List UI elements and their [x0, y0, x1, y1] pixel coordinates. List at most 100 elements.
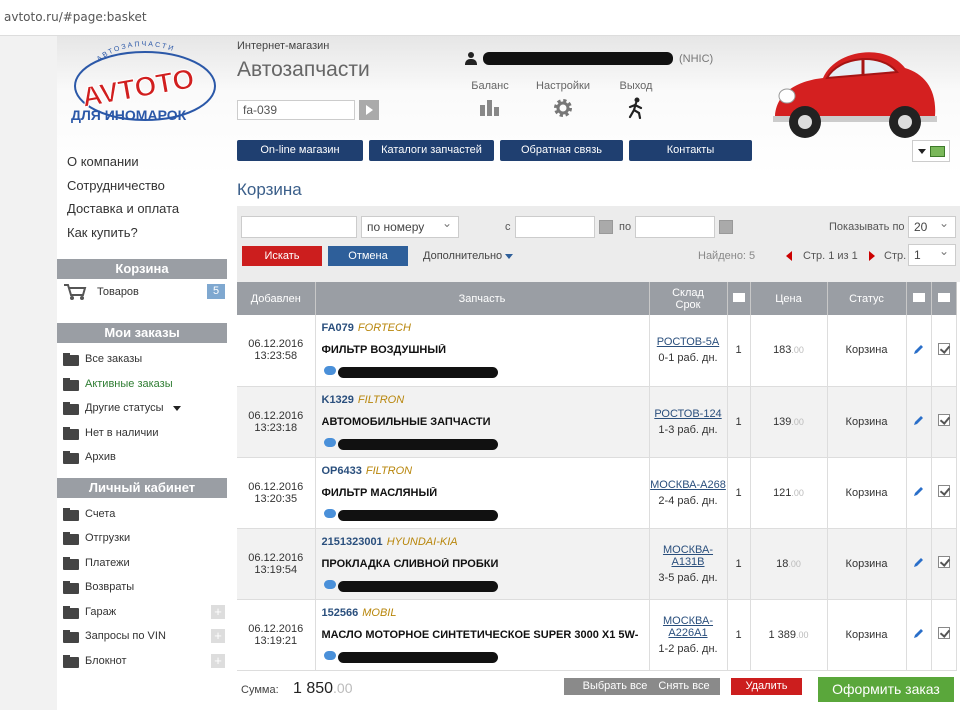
part-number-input[interactable] [241, 216, 357, 238]
pencil-icon[interactable] [913, 343, 925, 355]
checkout-button[interactable]: Оформить заказ [818, 677, 954, 702]
pencil-icon[interactable] [913, 627, 925, 639]
stock-cell: МОСКВА-А268 2-4 раб. дн. [649, 457, 728, 529]
part-comment[interactable] [322, 508, 649, 521]
balance-link[interactable]: Баланс [467, 80, 513, 119]
part-code[interactable]: OP6433 [322, 465, 362, 477]
page-value: 1 [914, 248, 921, 262]
calendar-icon[interactable] [719, 220, 733, 234]
part-comment[interactable] [322, 437, 649, 450]
deselect-all-button[interactable]: Снять все [648, 678, 720, 695]
expand-plus-icon[interactable]: + [211, 653, 225, 668]
row-checkbox[interactable] [937, 485, 950, 497]
sidebar-link-how-to-buy[interactable]: Как купить? [67, 221, 227, 245]
sidebar-item-out-of-stock[interactable]: Нет в наличии [57, 421, 227, 446]
sidebar-item-label: Нет в наличии [85, 426, 159, 439]
sidebar-item-vin-requests[interactable]: Запросы по VIN + [57, 624, 227, 649]
expand-plus-icon[interactable]: + [211, 629, 225, 643]
prev-page-icon[interactable] [786, 251, 792, 261]
part-comment[interactable] [322, 579, 649, 592]
row-checkbox[interactable] [937, 414, 950, 426]
column-header-status[interactable]: Статус [827, 282, 907, 315]
settings-link[interactable]: Настройки [533, 80, 593, 119]
next-page-icon[interactable] [869, 251, 875, 261]
stock-link[interactable]: РОСТОВ-124 [654, 408, 721, 420]
part-code[interactable]: K1329 [322, 394, 354, 406]
column-header-stock[interactable]: Склад Срок [649, 282, 728, 315]
stock-link[interactable]: МОСКВА- А226А1 [663, 615, 713, 639]
sidebar-link-about[interactable]: О компании [67, 150, 227, 174]
nav-catalogs[interactable]: Каталоги запчастей [369, 140, 494, 161]
redacted-comment [337, 509, 498, 521]
date-from-input[interactable] [515, 216, 595, 238]
stock-name-cont: А131В [671, 555, 705, 568]
show-per-page-label: Показывать по [829, 221, 905, 233]
date-to-input[interactable] [635, 216, 715, 238]
pencil-icon[interactable] [913, 485, 925, 497]
calendar-icon[interactable] [599, 220, 613, 234]
sidebar-item-shipments[interactable]: Отгрузки [57, 526, 227, 551]
row-checkbox[interactable] [937, 556, 950, 568]
sidebar-item-invoices[interactable]: Счета [57, 502, 227, 527]
cancel-button[interactable]: Отмена [328, 246, 408, 266]
folder-icon [63, 507, 79, 521]
part-code[interactable]: FA079 [322, 322, 354, 334]
added-time: 13:23:58 [254, 350, 298, 363]
part-code[interactable]: 152566 [322, 607, 359, 619]
delivery-term: 2-4 раб. дн. [658, 494, 718, 507]
nav-contacts[interactable]: Контакты [629, 140, 752, 161]
advanced-toggle[interactable]: Дополнительно [423, 250, 514, 262]
sidebar-item-other-statuses[interactable]: Другие статусы [57, 396, 227, 421]
search-button[interactable]: Искать [242, 246, 322, 266]
part-comment[interactable] [322, 650, 649, 663]
pencil-icon[interactable] [913, 414, 925, 426]
sidebar-link-cooperation[interactable]: Сотрудничество [67, 174, 227, 198]
status-cell: Корзина [827, 457, 907, 529]
part-cell: K1329 FILTRON АВТОМОБИЛЬНЫЕ ЗАПЧАСТИ [315, 386, 650, 458]
user-info[interactable]: (NHIC) [465, 52, 713, 65]
nav-online-shop[interactable]: On-line магазин [237, 140, 363, 161]
cart-icon [64, 284, 87, 300]
nav-feedback[interactable]: Обратная связь [500, 140, 623, 161]
column-header-added[interactable]: Добавлен [237, 282, 316, 315]
sidebar-item-returns[interactable]: Возвраты [57, 575, 227, 600]
stock-link[interactable]: МОСКВА- А131В [663, 544, 713, 568]
browser-address-bar[interactable]: avtoto.ru/#page:basket [0, 0, 960, 36]
sidebar-item-active-orders[interactable]: Активные заказы [57, 372, 227, 397]
pencil-icon[interactable] [913, 556, 925, 568]
part-code[interactable]: 2151323001 [322, 536, 383, 548]
comment-bubble-icon [323, 437, 336, 447]
part-cell: OP6433 FILTRON ФИЛЬТР МАСЛЯНЫЙ [315, 457, 650, 529]
table-row: 06.12.2016 13:19:21 152566 MOBIL МАСЛО МОТОР… [237, 599, 957, 671]
sidebar-basket-items[interactable]: Товаров 5 [57, 279, 227, 305]
sidebar-item-payments[interactable]: Платежи [57, 551, 227, 576]
sidebar-item-archive[interactable]: Архив [57, 445, 227, 470]
sidebar-link-delivery[interactable]: Доставка и оплата [67, 197, 227, 221]
shop-subtitle: Интернет-магазин [237, 40, 330, 52]
avtoto-logo[interactable]: АВТОЗАПЧАСТИ AVTOTO ДЛЯ ИНОМАРОК [57, 36, 227, 136]
column-header-price[interactable]: Цена [750, 282, 828, 315]
logout-link[interactable]: Выход [613, 80, 659, 119]
sidebar-item-garage[interactable]: Гараж + [57, 600, 227, 625]
part-name: ФИЛЬТР МАСЛЯНЫЙ [321, 486, 438, 499]
sidebar-item-notebook[interactable]: Блокнот + [57, 649, 227, 674]
price-cell: 121.00 [750, 457, 828, 529]
view-toggle[interactable] [912, 140, 950, 162]
stock-link[interactable]: РОСТОВ-5А [657, 336, 719, 348]
expand-plus-icon[interactable]: + [211, 604, 225, 619]
url-text[interactable]: avtoto.ru/#page:basket [4, 10, 147, 24]
search-input[interactable]: fa-039 [237, 100, 355, 120]
per-page-select[interactable]: 20 [908, 216, 956, 238]
sidebar-item-all-orders[interactable]: Все заказы [57, 347, 227, 372]
search-submit-button[interactable] [359, 100, 379, 120]
delete-button[interactable]: Удалить [731, 678, 802, 695]
stock-link[interactable]: МОСКВА-А268 [650, 479, 726, 491]
page-select[interactable]: 1 [908, 244, 956, 266]
column-header-part[interactable]: Запчасть [315, 282, 650, 315]
folder-icon [63, 581, 79, 594]
search-mode-select[interactable]: по номеру [361, 216, 459, 238]
part-comment[interactable] [322, 366, 649, 379]
row-checkbox[interactable] [937, 627, 950, 639]
row-checkbox[interactable] [937, 342, 950, 355]
sidebar-item-label: Платежи [85, 556, 130, 569]
